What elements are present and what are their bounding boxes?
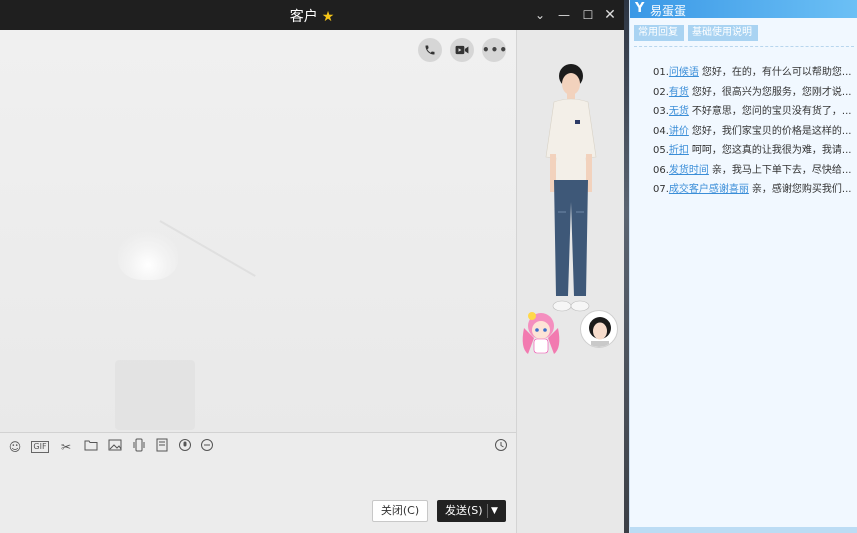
- scissors-icon[interactable]: ✂: [57, 438, 75, 456]
- voice-icon[interactable]: [176, 438, 194, 456]
- list-item[interactable]: 03.无货 不好意思，您问的宝贝没有货了，...: [653, 105, 853, 125]
- list-item[interactable]: 01.问候语 您好，在的，有什么可以帮助您...: [653, 66, 853, 86]
- quick-reply-list: 01.问候语 您好，在的，有什么可以帮助您... 02.有货 您好，很高兴为您服务，…: [653, 66, 853, 203]
- send-options-chevron-icon[interactable]: ▼: [491, 500, 498, 522]
- background-lamp-base: [115, 360, 195, 430]
- reply-key[interactable]: 有货: [669, 87, 689, 98]
- mascot-sticker: [522, 312, 560, 354]
- reply-key[interactable]: 发货时间: [669, 165, 709, 176]
- voice-call-button[interactable]: [418, 38, 442, 62]
- reply-key[interactable]: 折扣: [669, 145, 689, 156]
- input-divider: [0, 432, 516, 433]
- background-lamp-shade: [118, 230, 178, 280]
- tab-common-replies[interactable]: 常用回复: [634, 25, 684, 41]
- emoji-icon[interactable]: ☺: [6, 438, 24, 456]
- video-icon: [455, 45, 469, 55]
- message-input[interactable]: [0, 460, 516, 500]
- quick-reply-footer-bar: [630, 527, 857, 533]
- bookmark-icon[interactable]: [153, 438, 171, 456]
- list-item[interactable]: 07.成交客户感谢喜丽 亲，感谢您购买我们...: [653, 183, 853, 203]
- app-logo-icon: Y: [635, 1, 645, 16]
- more-options-button[interactable]: •••: [482, 38, 507, 62]
- quick-reply-panel: Y 易蛋蛋 常用回复 基础使用说明 01.问候语 您好，在的，有什么可以帮助您..…: [629, 0, 857, 533]
- user-avatar-figure: [545, 64, 597, 312]
- send-button[interactable]: 发送(S) ▼: [437, 500, 506, 522]
- reply-key[interactable]: 讲价: [669, 126, 689, 137]
- reply-key[interactable]: 问候语: [669, 67, 699, 78]
- reply-key[interactable]: 成交客户感谢喜丽: [669, 184, 749, 195]
- gif-icon[interactable]: GIF: [31, 441, 49, 453]
- send-button-label: 发送(S): [445, 504, 483, 517]
- reply-key[interactable]: 无货: [669, 106, 689, 117]
- message-toolbar: ☺ GIF ✂: [0, 436, 516, 458]
- chat-window: 客户 ★ ⌄ — ☐ ✕ ••• ☺ GIF ✂ 关闭(C) 发送(S) ▼: [0, 0, 624, 533]
- dropdown-chevron-icon[interactable]: ⌄: [530, 5, 550, 25]
- folder-icon[interactable]: [82, 438, 100, 456]
- app-name: 易蛋蛋: [650, 4, 687, 18]
- video-call-button[interactable]: [450, 38, 474, 62]
- list-item[interactable]: 05.折扣 呵呵，您这真的让我很为难，我请...: [653, 144, 853, 164]
- clock-icon[interactable]: [492, 438, 510, 456]
- tab-usage-guide[interactable]: 基础使用说明: [688, 25, 758, 41]
- close-chat-button[interactable]: 关闭(C): [372, 500, 428, 522]
- contact-avatar[interactable]: [580, 310, 618, 348]
- list-item[interactable]: 04.讲价 您好，我们家宝贝的价格是这样的...: [653, 125, 853, 145]
- phone-icon: [425, 45, 435, 55]
- list-item[interactable]: 02.有货 您好，很高兴为您服务，您刚才说...: [653, 86, 853, 106]
- star-icon[interactable]: ★: [322, 9, 335, 25]
- more-icon[interactable]: [198, 438, 216, 456]
- vibrate-icon[interactable]: [130, 438, 148, 456]
- contact-name: 客户: [289, 9, 318, 25]
- maximize-button[interactable]: ☐: [578, 5, 598, 25]
- quick-reply-header: Y 易蛋蛋: [630, 0, 857, 18]
- close-window-button[interactable]: ✕: [600, 5, 620, 25]
- list-item[interactable]: 06.发货时间 亲，我马上下单下去，尽快给...: [653, 164, 853, 184]
- send-separator: [487, 504, 488, 518]
- quick-reply-separator: [634, 46, 854, 47]
- title-bar[interactable]: 客户 ★ ⌄ — ☐ ✕: [0, 0, 624, 30]
- minimize-button[interactable]: —: [554, 5, 574, 25]
- message-history[interactable]: [0, 30, 516, 432]
- image-icon[interactable]: [106, 438, 124, 456]
